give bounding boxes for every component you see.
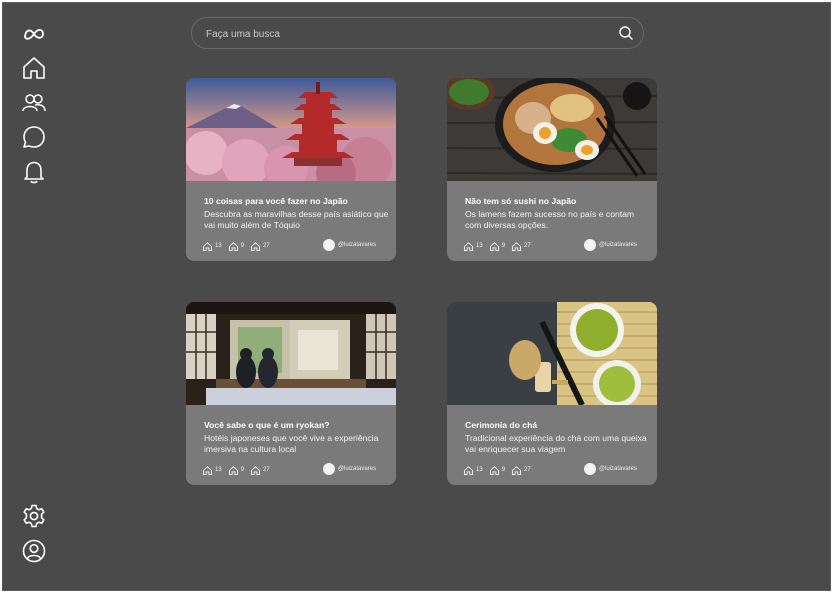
- card-title: 10 coisas para você fazer no Japão: [204, 196, 348, 206]
- stat-item[interactable]: 13: [463, 241, 483, 252]
- author-link[interactable]: @luizatavares: [322, 239, 376, 251]
- home-icon: [202, 241, 213, 251]
- author-link[interactable]: @luizatavares: [583, 239, 637, 251]
- stat-count: 9: [501, 467, 506, 473]
- card-stats: 13 9 27: [463, 464, 531, 476]
- stat-item[interactable]: 9: [228, 465, 244, 476]
- author-handle: @luizatavares: [337, 466, 376, 472]
- meta-logo-icon[interactable]: [21, 21, 47, 47]
- article-card[interactable]: Cerimonia do chá Tradicional experiência…: [447, 302, 657, 485]
- home-icon: [511, 241, 522, 251]
- bell-icon[interactable]: [21, 159, 47, 185]
- card-title: Você sabe o que é um ryokan?: [204, 420, 330, 430]
- user-circle-icon[interactable]: [21, 538, 47, 564]
- card-description: Hotéis japoneses que você vive a experiê…: [204, 433, 379, 454]
- author-handle: @luizatavares: [598, 466, 637, 472]
- search-icon[interactable]: [618, 25, 634, 41]
- home-icon: [463, 241, 474, 251]
- stat-item[interactable]: 9: [228, 241, 244, 252]
- search-input[interactable]: [204, 18, 608, 50]
- article-card[interactable]: Você sabe o que é um ryokan? Hotéis japo…: [186, 302, 396, 485]
- stat-count: 9: [240, 243, 245, 249]
- stat-count: 27: [263, 467, 270, 473]
- stat-item[interactable]: 27: [511, 241, 531, 252]
- ramen-bowl-image: [447, 78, 657, 181]
- card-stats: 13 9 27: [202, 240, 270, 252]
- home-icon: [250, 465, 261, 475]
- card-description: Os lamens fazem sucesso no país e contam…: [465, 209, 635, 230]
- home-icon: [202, 465, 213, 475]
- users-icon[interactable]: [21, 90, 47, 116]
- article-card[interactable]: 10 coisas para você fazer no Japão Descu…: [186, 78, 396, 261]
- stat-item[interactable]: 13: [202, 241, 222, 252]
- stat-item[interactable]: 13: [463, 465, 483, 476]
- article-card[interactable]: Não tem só sushi no Japão Os lamens faze…: [447, 78, 657, 261]
- search-bar: [191, 17, 644, 50]
- home-icon: [228, 241, 238, 251]
- card-description: Tradicional experiência do chá com uma q…: [465, 433, 647, 454]
- stat-count: 27: [524, 243, 531, 249]
- avatar: [322, 239, 335, 251]
- author-link[interactable]: @luizatavares: [322, 463, 376, 475]
- stat-count: 13: [476, 243, 483, 249]
- author-handle: @luizatavares: [598, 242, 637, 248]
- stat-item[interactable]: 27: [511, 465, 531, 476]
- author-handle: @luizatavares: [337, 242, 376, 248]
- home-icon: [489, 465, 499, 475]
- stat-count: 27: [263, 243, 270, 249]
- stat-item[interactable]: 9: [489, 465, 505, 476]
- card-stats: 13 9 27: [463, 240, 531, 252]
- stat-count: 13: [215, 243, 222, 249]
- chat-bubble-icon[interactable]: [21, 124, 47, 150]
- author-link[interactable]: @luizatavares: [583, 463, 637, 475]
- stat-count: 13: [476, 467, 483, 473]
- stat-count: 13: [215, 467, 222, 473]
- sidebar: [3, 3, 65, 590]
- gear-icon[interactable]: [21, 503, 47, 529]
- home-icon: [228, 465, 238, 475]
- ryokan-room-image: [186, 302, 396, 405]
- stat-item[interactable]: 9: [489, 241, 505, 252]
- matcha-tea-ceremony-image: [447, 302, 657, 405]
- card-stats: 13 9 27: [202, 464, 270, 476]
- stat-item[interactable]: 27: [250, 465, 270, 476]
- stat-count: 9: [501, 243, 506, 249]
- card-description: Descubra as maravilhas desse país asiáti…: [204, 209, 389, 230]
- card-title: Não tem só sushi no Japão: [465, 196, 577, 206]
- stat-count: 9: [240, 467, 245, 473]
- avatar: [583, 239, 596, 251]
- avatar: [583, 463, 596, 475]
- avatar: [322, 463, 335, 475]
- home-icon[interactable]: [21, 55, 47, 81]
- card-title: Cerimonia do chá: [465, 420, 538, 430]
- pagoda-mount-fuji-image: [186, 78, 396, 181]
- home-icon: [489, 241, 499, 251]
- app-frame: 10 coisas para você fazer no Japão Descu…: [2, 2, 831, 591]
- home-icon: [511, 465, 522, 475]
- stat-count: 27: [524, 467, 531, 473]
- home-icon: [250, 241, 261, 251]
- stat-item[interactable]: 27: [250, 241, 270, 252]
- stat-item[interactable]: 13: [202, 465, 222, 476]
- home-icon: [463, 465, 474, 475]
